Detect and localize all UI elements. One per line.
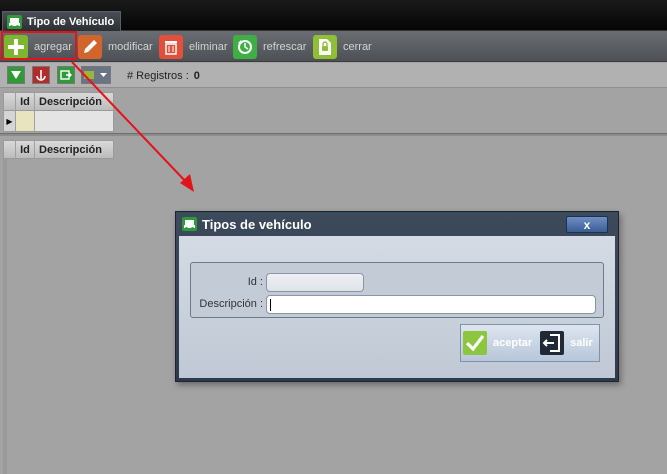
- edit-button[interactable]: modificar: [78, 33, 153, 60]
- vehicle-type-dialog: Tipos de vehículo x Id : Descripción : a…: [175, 211, 619, 382]
- records-label: # Registros :: [127, 70, 189, 82]
- column-header-id[interactable]: Id: [16, 141, 35, 158]
- accept-button[interactable]: aceptar: [463, 325, 532, 361]
- exit-label: salir: [570, 337, 593, 349]
- vehicle-icon: [182, 217, 197, 231]
- grid-bottom-header: Id Descripción: [3, 140, 114, 159]
- column-menu-dropdown[interactable]: [81, 66, 111, 84]
- grid-top-header: Id Descripción: [3, 92, 114, 111]
- trash-icon: [159, 34, 183, 59]
- id-field[interactable]: [266, 273, 364, 292]
- records-count: 0: [193, 70, 200, 82]
- descripcion-field[interactable]: [266, 295, 596, 314]
- exit-icon: [540, 331, 565, 355]
- export-icon[interactable]: [57, 66, 75, 84]
- grid-bottom-rowbar: [3, 159, 7, 474]
- accept-label: aceptar: [493, 337, 533, 349]
- edit-button-label: modificar: [108, 40, 153, 53]
- close-button-label: cerrar: [343, 40, 372, 53]
- id-label: Id :: [247, 276, 263, 288]
- column-header-descripcion[interactable]: Descripción: [35, 141, 113, 158]
- secondary-toolbar: # Registros : 0: [0, 63, 667, 88]
- refresh-button[interactable]: refrescar: [233, 33, 306, 60]
- close-icon: x: [583, 217, 591, 232]
- dialog-actions: aceptar salir: [460, 324, 600, 362]
- checkmark-icon: [463, 331, 487, 355]
- dialog-title: Tipos de vehículo: [202, 216, 312, 232]
- filter-down-icon[interactable]: [7, 66, 25, 84]
- main-toolbar: agregar modificar eliminar refrescar cer…: [0, 31, 667, 62]
- delete-button[interactable]: eliminar: [159, 33, 228, 60]
- exit-button[interactable]: salir: [540, 325, 593, 361]
- grid-top: Id Descripción ▶: [3, 92, 114, 132]
- anchor-icon[interactable]: [32, 66, 50, 84]
- form-fieldset: Id : Descripción :: [190, 262, 604, 318]
- refresh-icon: [233, 34, 257, 59]
- vehicle-icon: [7, 14, 22, 29]
- column-header-descripcion[interactable]: Descripción: [35, 93, 113, 110]
- dialog-title-bar[interactable]: Tipos de vehículo: [176, 212, 618, 236]
- pencil-icon: [78, 34, 102, 59]
- refresh-button-label: refrescar: [263, 40, 307, 53]
- descripcion-label: Descripción :: [199, 298, 263, 310]
- close-button[interactable]: cerrar: [313, 33, 372, 60]
- dialog-body: Id : Descripción : aceptar salir: [179, 236, 615, 378]
- window-tab-strip: Tipo de Vehículo: [0, 0, 667, 31]
- add-button-highlight: [1, 31, 77, 60]
- grid-bottom: Id Descripción: [3, 140, 114, 159]
- text-caret: [270, 299, 271, 311]
- close-document-icon: [313, 34, 337, 59]
- row-pointer-icon: ▶: [4, 111, 16, 131]
- delete-button-label: eliminar: [189, 40, 228, 53]
- records-counter: # Registros : 0: [127, 70, 200, 82]
- column-header-id[interactable]: Id: [16, 93, 35, 110]
- window-tab[interactable]: Tipo de Vehículo: [2, 11, 121, 31]
- window-tab-title: Tipo de Vehículo: [27, 15, 115, 28]
- split-divider[interactable]: [0, 133, 667, 136]
- dialog-close-button[interactable]: x: [566, 216, 608, 233]
- table-row[interactable]: ▶: [3, 111, 114, 132]
